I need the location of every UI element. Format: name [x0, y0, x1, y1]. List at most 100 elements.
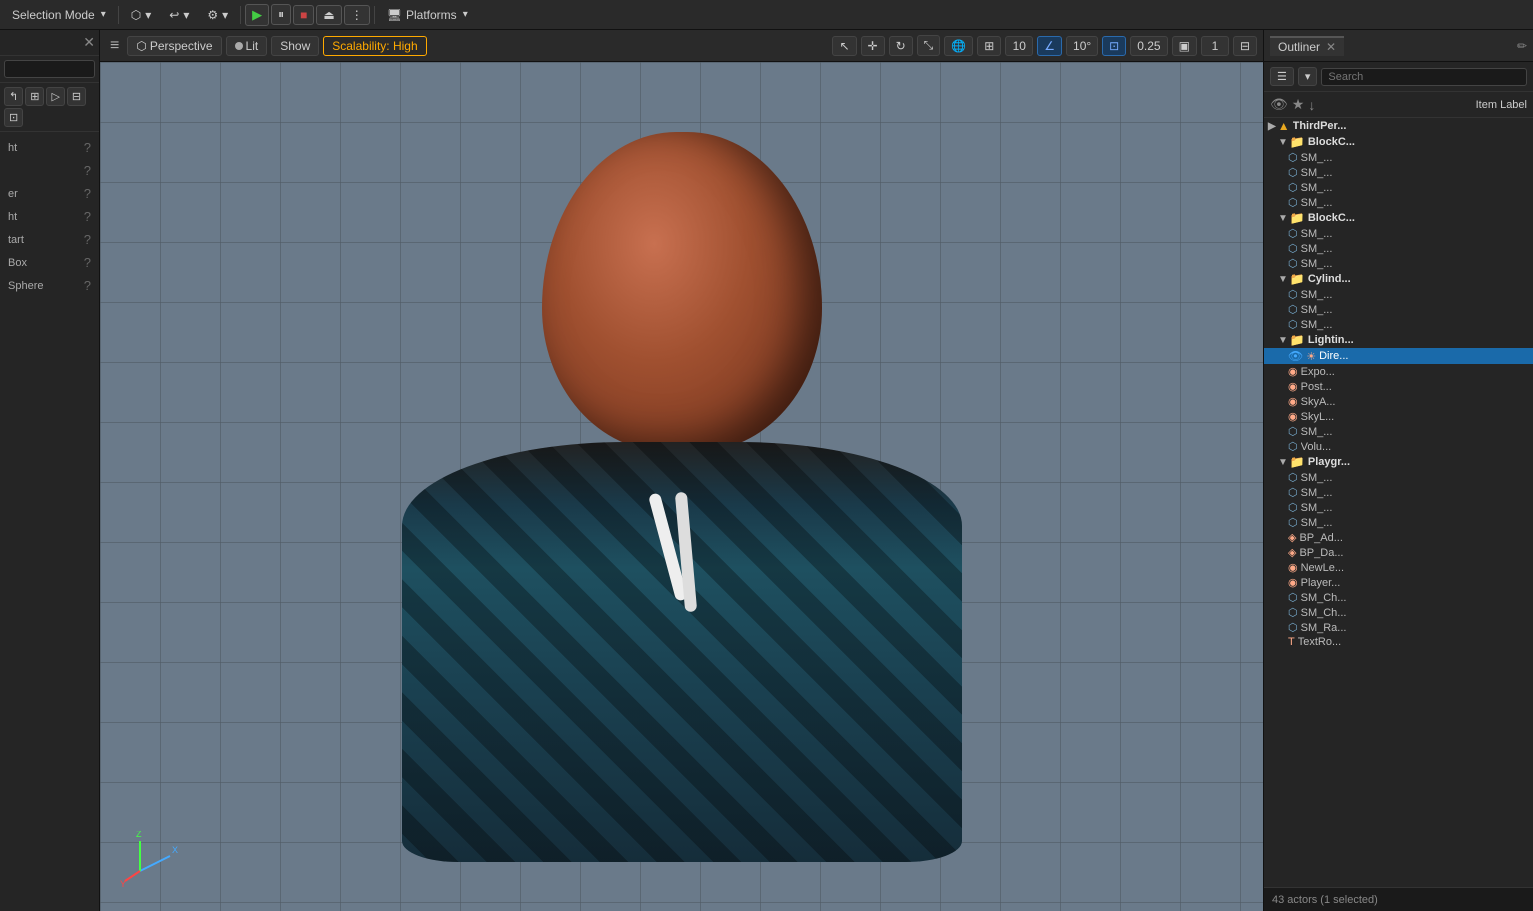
outliner-item-playgr[interactable]: ▼ 📁 Playgr... — [1264, 454, 1533, 470]
eye-col-icon[interactable]: 👁 — [1270, 96, 1288, 113]
blueprint-icon: ⬡ — [131, 8, 141, 22]
rotate-icon-btn[interactable]: ↻ — [889, 36, 913, 56]
stop-button[interactable]: ■ — [293, 5, 314, 25]
outliner-item-lighting[interactable]: ▼ 📁 Lightin... — [1264, 332, 1533, 348]
show-btn[interactable]: Show — [271, 36, 319, 56]
lp-item-er-help[interactable]: ? — [84, 186, 91, 201]
outliner-item-blockc1[interactable]: ▼ 📁 BlockC... — [1264, 134, 1533, 150]
outliner-item-sm5[interactable]: ⬡ SM_... — [1264, 226, 1533, 241]
selection-mode-menu[interactable]: Selection Mode — [4, 6, 114, 24]
lp-item-ht2-help[interactable]: ? — [84, 209, 91, 224]
world-icon-btn[interactable]: 🌐 — [944, 36, 973, 56]
outliner-item-cylind[interactable]: ▼ 📁 Cylind... — [1264, 271, 1533, 287]
play-button[interactable]: ▶ — [245, 4, 269, 26]
outliner-item-player[interactable]: ◉ Player... — [1264, 575, 1533, 590]
scale-icon-btn[interactable]: ⤡ — [917, 35, 941, 56]
outliner-item-sm3[interactable]: ⬡ SM_... — [1264, 180, 1533, 195]
outliner-item-skyl[interactable]: ◉ SkyL... — [1264, 409, 1533, 424]
outliner-item-expo[interactable]: ◉ Expo... — [1264, 364, 1533, 379]
lit-btn[interactable]: Lit — [226, 36, 268, 56]
outliner-item-sm10[interactable]: ⬡ SM_... — [1264, 317, 1533, 332]
outliner-item-sm8[interactable]: ⬡ SM_... — [1264, 287, 1533, 302]
lp-tool-4[interactable]: ⊟ — [67, 87, 86, 106]
outliner-item-skya[interactable]: ◉ SkyA... — [1264, 394, 1533, 409]
lp-tool-2[interactable]: ⊞ — [25, 87, 44, 106]
lp-item-2-help[interactable]: ? — [84, 163, 91, 178]
outliner-item-sm15[interactable]: ⬡ SM_... — [1264, 515, 1533, 530]
lp-item-start-help[interactable]: ? — [84, 232, 91, 247]
perspective-btn[interactable]: ⬡ Perspective — [127, 36, 221, 56]
outliner-item-smra[interactable]: ⬡ SM_Ra... — [1264, 620, 1533, 635]
lp-item-box-help[interactable]: ? — [84, 255, 91, 270]
outliner-close-btn[interactable]: ✕ — [1326, 40, 1336, 54]
viewport-settings-btn[interactable]: ⊟ — [1233, 36, 1257, 56]
outliner-item-directional[interactable]: 👁 ☀ Dire... — [1264, 348, 1533, 364]
outliner-item-textro[interactable]: T TextRo... — [1264, 635, 1533, 649]
outliner-item-sm12[interactable]: ⬡ SM_... — [1264, 470, 1533, 485]
scalability-btn[interactable]: Scalability: High — [323, 36, 426, 56]
blockc2-folder-icon: 📁 — [1290, 211, 1305, 225]
outliner-search-input[interactable] — [1321, 68, 1527, 86]
surface-icon-btn[interactable]: ⊞ — [977, 36, 1001, 56]
select-icon-btn[interactable]: ↖ — [832, 36, 856, 56]
lp-item-start[interactable]: tart ? — [0, 228, 99, 251]
lp-tool-3[interactable]: ▷ — [46, 87, 64, 106]
lp-tool-1[interactable]: ↰ — [4, 87, 23, 106]
pause-button[interactable]: ⏸ — [271, 4, 291, 25]
left-panel-close-btn[interactable]: ✕ — [83, 34, 95, 51]
viewport-menu-btn[interactable]: ≡ — [106, 37, 123, 55]
lp-item-light-help[interactable]: ? — [84, 140, 91, 155]
viewport-3d[interactable]: X Z Y — [100, 62, 1263, 911]
lp-item-er[interactable]: er ? — [0, 182, 99, 205]
lp-item-box[interactable]: Box ? — [0, 251, 99, 274]
outliner-item-sm7[interactable]: ⬡ SM_... — [1264, 256, 1533, 271]
outliner-filter-btn2[interactable]: ▾ — [1298, 67, 1318, 86]
scale-icon-btn2[interactable]: ⊡ — [1102, 36, 1126, 56]
directional-vis-icon[interactable]: 👁 — [1288, 349, 1303, 363]
volu-mesh-icon: ⬡ — [1288, 440, 1298, 453]
outliner-item-smch2[interactable]: ⬡ SM_Ch... — [1264, 605, 1533, 620]
outliner-item-sm13[interactable]: ⬡ SM_... — [1264, 485, 1533, 500]
outliner-item-post[interactable]: ◉ Post... — [1264, 379, 1533, 394]
more-button[interactable]: ⋮ — [344, 5, 370, 25]
outliner-item-sm4[interactable]: ⬡ SM_... — [1264, 195, 1533, 210]
outliner-item-blockc2[interactable]: ▼ 📁 BlockC... — [1264, 210, 1533, 226]
lp-item-ht2[interactable]: ht ? — [0, 205, 99, 228]
blueprint-icon-btn[interactable]: ⬡ ▾ — [123, 6, 160, 24]
blockc1-arrow: ▼ — [1278, 137, 1288, 148]
screen-icon-btn[interactable]: ▣ — [1172, 36, 1197, 56]
outliner-item-sm6[interactable]: ⬡ SM_... — [1264, 241, 1533, 256]
angle-icon-btn[interactable]: ∠ — [1037, 36, 1062, 56]
outliner-pencil-btn[interactable]: ✏ — [1517, 39, 1527, 53]
lp-item-light[interactable]: ht ? — [0, 136, 99, 159]
outliner-tab[interactable]: Outliner ✕ — [1270, 36, 1344, 56]
outliner-item-bpda[interactable]: ◈ BP_Da... — [1264, 545, 1533, 560]
platforms-menu[interactable]: 🖥 Platforms — [379, 6, 476, 24]
lp-item-sphere[interactable]: Sphere ? — [0, 274, 99, 297]
outliner-item-sm11[interactable]: ⬡ SM_... — [1264, 424, 1533, 439]
left-panel-search-input[interactable] — [4, 60, 95, 78]
outliner-item-volu[interactable]: ⬡ Volu... — [1264, 439, 1533, 454]
outliner-tab-label: Outliner — [1278, 40, 1320, 54]
outliner-item-newle[interactable]: ◉ NewLe... — [1264, 560, 1533, 575]
translate-icon-btn[interactable]: ✛ — [861, 36, 885, 56]
arrow-col-icon[interactable]: ↓ — [1308, 97, 1315, 113]
outliner-item-sm9[interactable]: ⬡ SM_... — [1264, 302, 1533, 317]
svg-text:Z: Z — [136, 831, 142, 839]
lp-tool-5[interactable]: ⊡ — [4, 108, 23, 127]
lp-item-sphere-help[interactable]: ? — [84, 278, 91, 293]
outliner-item-sm2[interactable]: ⬡ SM_... — [1264, 165, 1533, 180]
platforms-icon: 🖥 — [387, 8, 402, 22]
outliner-filter-btn[interactable]: ☰ — [1270, 67, 1294, 86]
outliner-item-smch1[interactable]: ⬡ SM_Ch... — [1264, 590, 1533, 605]
history-btn[interactable]: ↩ ▾ — [161, 6, 197, 24]
outliner-item-bpad[interactable]: ◈ BP_Ad... — [1264, 530, 1533, 545]
eject-button[interactable]: ⏏ — [316, 5, 341, 25]
outliner-item-sm1[interactable]: ⬡ SM_... — [1264, 150, 1533, 165]
lp-item-2[interactable]: ? — [0, 159, 99, 182]
settings-btn[interactable]: ⚙ ▾ — [199, 6, 236, 24]
star-col-icon[interactable]: ★ — [1292, 96, 1305, 113]
outliner-item-sm14[interactable]: ⬡ SM_... — [1264, 500, 1533, 515]
outliner-item-thirdper[interactable]: ▶ ▲ ThirdPer... — [1264, 118, 1533, 134]
hoodie-strings — [642, 492, 722, 612]
